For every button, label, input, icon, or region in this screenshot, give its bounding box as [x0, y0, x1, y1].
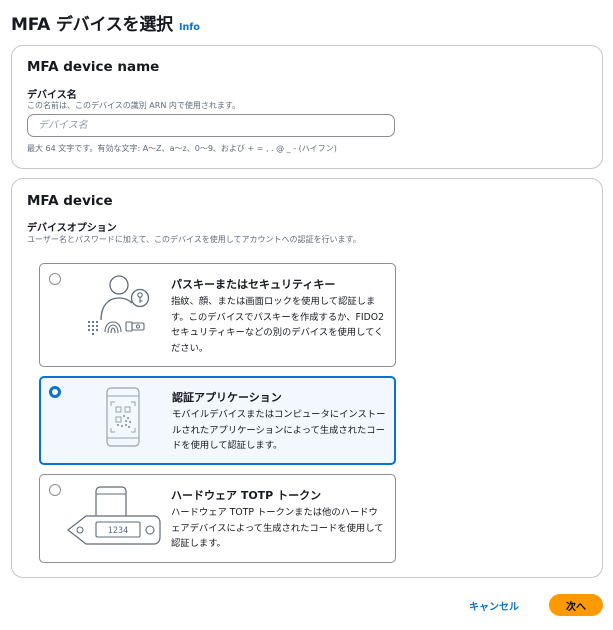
info-link[interactable]: Info	[179, 22, 200, 33]
mfa-device-section-title: MFA device	[27, 193, 113, 209]
cancel-button[interactable]: キャンセル	[469, 598, 519, 613]
authenticator-radio[interactable]	[49, 386, 61, 398]
passkey-option-description: 指紋、顔、または画面ロックを使用して認証します。このデバイスでパスキーを作成する…	[171, 296, 385, 354]
page-header: MFA デバイスを選択 Info	[11, 10, 200, 35]
device-options-label: デバイスオプション	[27, 223, 117, 234]
mfa-device-card: MFA device デバイスオプション ユーザー名とパスワードに加えて、このデ…	[11, 178, 603, 578]
device-name-label: デバイス名	[27, 90, 77, 101]
passkey-option-title: パスキーまたはセキュリティキー	[171, 278, 336, 291]
hardware-token-illustration-icon: 1234	[67, 486, 161, 545]
authenticator-option-description: モバイルデバイスまたはコンピュータにインストールされたアプリケーションによって生…	[172, 409, 386, 451]
device-options-description: ユーザー名とパスワードに加えて、このデバイスを使用してアカウントへの認証を行いま…	[27, 235, 361, 244]
authenticator-option-title: 認証アプリケーション	[172, 391, 282, 404]
passkey-illustration-icon	[87, 275, 150, 336]
option-passkey[interactable]: パスキーまたはセキュリティキー 指紋、顔、または画面ロックを使用して認証します。…	[39, 263, 396, 367]
device-name-section-title: MFA device name	[27, 59, 160, 75]
device-name-input[interactable]	[27, 114, 395, 137]
device-name-card: MFA device name デバイス名 この名前は、このデバイスの識別 AR…	[11, 45, 603, 169]
hardware-totp-option-title: ハードウェア TOTP トークン	[171, 489, 322, 502]
passkey-radio[interactable]	[49, 273, 61, 285]
device-name-constraint: 最大 64 文字です。有効な文字: A〜Z、a〜z、0〜9、および + = , …	[27, 144, 337, 153]
authenticator-app-illustration-icon	[106, 387, 140, 447]
token-display-text: 1234	[108, 526, 128, 536]
hardware-totp-option-description: ハードウェア TOTP トークンまたは他のハードウェアデバイスによって生成された…	[171, 507, 384, 549]
next-button[interactable]: 次へ	[549, 594, 603, 616]
page-title: MFA デバイスを選択	[11, 15, 173, 35]
option-hardware-totp[interactable]: 1234 ハードウェア TOTP トークン ハードウェア TOTP トークンまた…	[39, 474, 396, 563]
option-authenticator-app[interactable]: 認証アプリケーション モバイルデバイスまたはコンピュータにインストールされたアプ…	[39, 376, 396, 465]
device-name-description: この名前は、このデバイスの識別 ARN 内で使用されます。	[27, 101, 241, 110]
